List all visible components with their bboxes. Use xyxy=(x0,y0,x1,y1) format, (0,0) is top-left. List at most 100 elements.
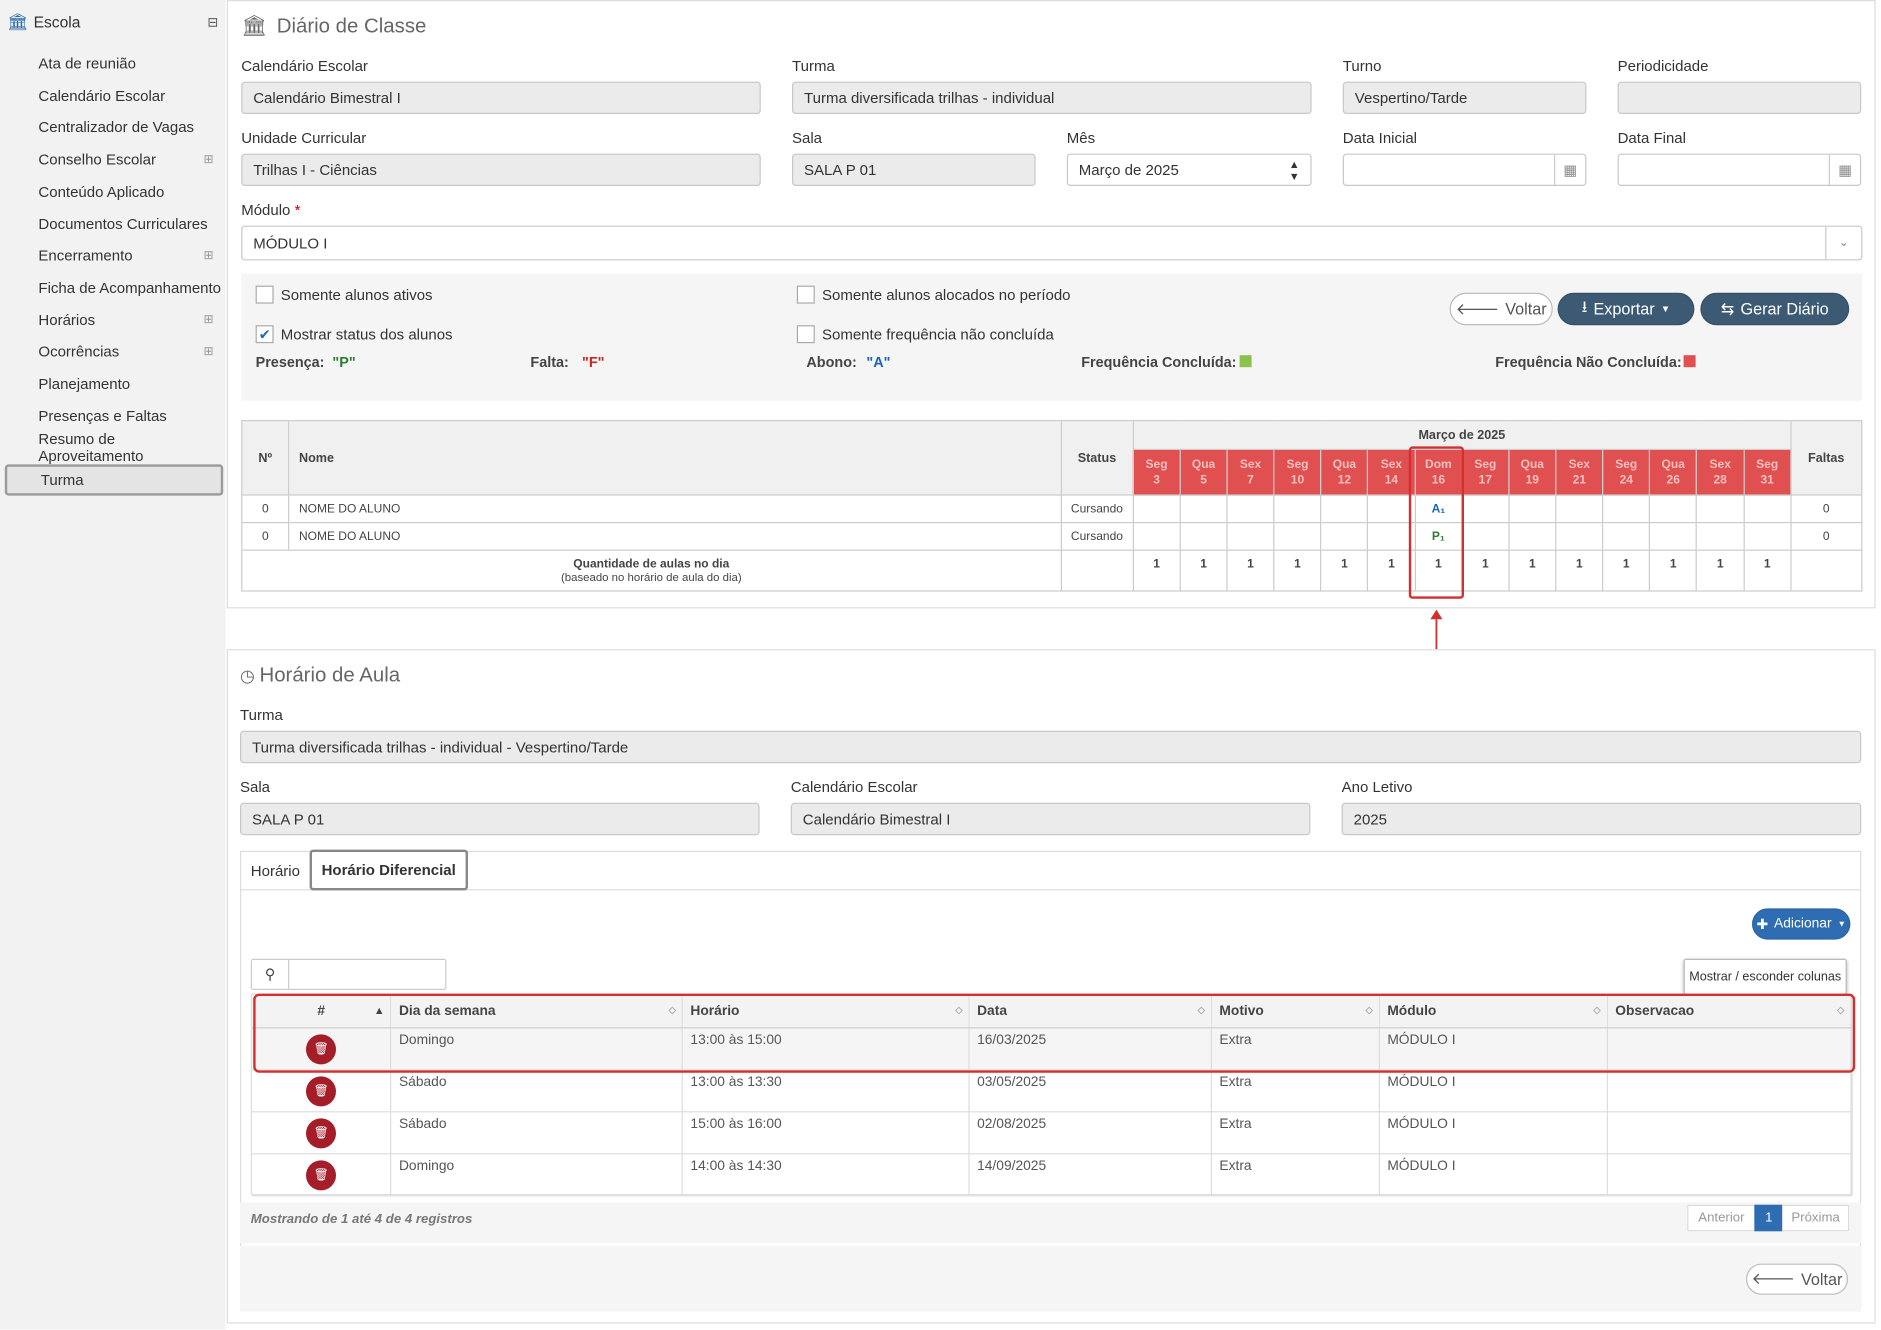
modulo-select[interactable]: MÓDULO I ⌄ xyxy=(241,225,1863,261)
col-faltas: Faltas xyxy=(1790,420,1863,496)
attendance-cell[interactable] xyxy=(1179,522,1228,551)
attendance-cell[interactable] xyxy=(1743,494,1792,524)
legend-presenca: Presença: xyxy=(255,354,325,371)
sidebar-item-ocorr-ncias[interactable]: Ocorrências ⊞ xyxy=(5,336,223,367)
tab-horario-diferencial[interactable]: Horário Diferencial xyxy=(309,849,468,891)
chk-alocados[interactable]: Somente alunos alocados no período xyxy=(796,285,1071,304)
voltar-button[interactable]: 🡐 Voltar xyxy=(1449,292,1553,326)
attendance-cell[interactable] xyxy=(1273,494,1322,524)
student-status: Cursando xyxy=(1060,522,1134,551)
tab-horario[interactable]: Horário xyxy=(241,852,309,890)
sidebar-item-documentos-curriculares[interactable]: Documentos Curriculares xyxy=(5,208,223,239)
legend-falta-value: "F" xyxy=(582,354,605,371)
attendance-cell[interactable] xyxy=(1649,522,1698,551)
col-num: Nº xyxy=(241,420,290,496)
qty-cell: 1 xyxy=(1743,549,1792,592)
sidebar-item-ficha-de-acompanhamento[interactable]: Ficha de Acompanhamento xyxy=(5,272,223,303)
attendance-cell[interactable] xyxy=(1179,494,1228,524)
pagination-prev[interactable]: Anterior xyxy=(1687,1204,1756,1232)
trash-icon[interactable]: 🗑 xyxy=(306,1117,337,1148)
attendance-cell[interactable] xyxy=(1696,494,1745,524)
expand-icon[interactable]: ⊞ xyxy=(204,249,214,262)
chevron-down-icon[interactable]: ⌄ xyxy=(1825,226,1861,260)
attendance-cell[interactable] xyxy=(1132,494,1181,524)
search-input[interactable] xyxy=(289,960,445,989)
cell-obs xyxy=(1607,1153,1852,1196)
day-header: Sex 7 xyxy=(1226,448,1275,496)
cell-motivo: Extra xyxy=(1211,1153,1381,1196)
mostrar-esconder-colunas-button[interactable]: Mostrar / esconder colunas xyxy=(1683,958,1847,995)
gerar-label: Gerar Diário xyxy=(1740,300,1829,318)
attendance-cell[interactable] xyxy=(1555,494,1604,524)
data-inicial-input[interactable]: ▦ xyxy=(1342,153,1587,186)
sidebar-item-ata-de-reuni-o[interactable]: Ata de reunião xyxy=(5,48,223,79)
sidebar-item-conselho-escolar[interactable]: Conselho Escolar ⊞ xyxy=(5,144,223,175)
attendance-cell[interactable] xyxy=(1602,522,1651,551)
sidebar-item-conte-do-aplicado[interactable]: Conteúdo Aplicado xyxy=(5,176,223,207)
trash-icon[interactable]: 🗑 xyxy=(306,1075,337,1106)
chk-ativos[interactable]: Somente alunos ativos xyxy=(255,285,433,304)
attendance-cell[interactable] xyxy=(1461,522,1510,551)
sidebar-item-resumo-de-aproveitamento[interactable]: Resumo de Aproveitamento xyxy=(5,431,223,465)
attendance-cell[interactable] xyxy=(1273,522,1322,551)
checkbox[interactable] xyxy=(796,325,815,344)
sidebar: 🏛 Escola ⊟ Ata de reunião Calendário Esco… xyxy=(0,0,226,1330)
sidebar-item-centralizador-de-vagas[interactable]: Centralizador de Vagas xyxy=(5,112,223,143)
attendance-cell[interactable] xyxy=(1696,522,1745,551)
day-number: 12 xyxy=(1337,473,1352,487)
cell-hora: 15:00 às 16:00 xyxy=(682,1111,970,1154)
expand-icon[interactable]: ⊞ xyxy=(204,345,214,358)
delete-cell: 🗑 xyxy=(252,1069,392,1112)
arrow-left-icon: 🡐 xyxy=(1751,1269,1795,1288)
sidebar-item-calend-rio-escolar[interactable]: Calendário Escolar xyxy=(5,80,223,111)
attendance-cell[interactable] xyxy=(1132,522,1181,551)
attendance-cell[interactable] xyxy=(1649,494,1698,524)
attendance-cell[interactable] xyxy=(1226,494,1275,524)
chk-freq[interactable]: Somente frequência não concluída xyxy=(796,325,1054,344)
attendance-cell[interactable] xyxy=(1602,494,1651,524)
attendance-cell[interactable] xyxy=(1461,494,1510,524)
student-faltas: 0 xyxy=(1790,522,1863,551)
collapse-icon[interactable]: ⊟ xyxy=(207,14,218,29)
tabs-line xyxy=(240,889,1862,891)
mes-select[interactable]: Março de 2025 ▲ ▼ xyxy=(1066,153,1312,186)
voltar-bottom-button[interactable]: 🡐 Voltar xyxy=(1746,1263,1849,1295)
expand-icon[interactable]: ⊞ xyxy=(204,153,214,166)
calendar-icon[interactable]: ▦ xyxy=(1828,154,1860,185)
arrow-left-icon: 🡐 xyxy=(1455,299,1500,318)
gerar-diario-button[interactable]: ⇆ Gerar Diário xyxy=(1700,292,1850,326)
caret-down-icon: ▼ xyxy=(1660,303,1671,315)
chk-status[interactable]: ✔ Mostrar status dos alunos xyxy=(255,325,453,344)
adicionar-button[interactable]: ✚ Adicionar ▼ xyxy=(1752,908,1851,940)
day-header: Qua 12 xyxy=(1320,448,1369,496)
exportar-button[interactable]: ⭳ Exportar ▼ xyxy=(1557,292,1695,326)
attendance-cell[interactable] xyxy=(1226,522,1275,551)
attendance-cell[interactable] xyxy=(1743,522,1792,551)
checkbox[interactable] xyxy=(255,285,274,304)
attendance-cell[interactable] xyxy=(1320,522,1369,551)
sidebar-item-turma[interactable]: Turma xyxy=(4,464,224,496)
day-number: 10 xyxy=(1290,473,1305,487)
checkbox[interactable] xyxy=(796,285,815,304)
voltar-bottom-label: Voltar xyxy=(1800,1270,1843,1289)
modulo-label: Módulo * xyxy=(241,202,300,219)
expand-icon[interactable]: ⊞ xyxy=(204,313,214,326)
attendance-cell[interactable] xyxy=(1508,494,1557,524)
calendar-icon[interactable]: ▦ xyxy=(1554,154,1585,185)
sidebar-item-encerramento[interactable]: Encerramento ⊞ xyxy=(5,240,223,271)
sidebar-item-hor-rios[interactable]: Horários ⊞ xyxy=(5,304,223,335)
sidebar-item-label: Horários xyxy=(38,311,96,329)
pagination-next[interactable]: Próxima xyxy=(1782,1204,1850,1232)
sidebar-header[interactable]: 🏛 Escola ⊟ xyxy=(7,10,218,34)
attendance-cell[interactable] xyxy=(1555,522,1604,551)
sidebar-item-planejamento[interactable]: Planejamento xyxy=(5,368,223,399)
attendance-cell[interactable] xyxy=(1320,494,1369,524)
data-final-input[interactable]: ▦ xyxy=(1617,153,1862,186)
sidebar-item-label: Presenças e Faltas xyxy=(38,407,167,425)
trash-icon[interactable]: 🗑 xyxy=(306,1159,337,1190)
sidebar-item-presen-as-e-faltas[interactable]: Presenças e Faltas xyxy=(5,400,223,431)
checkbox-checked[interactable]: ✔ xyxy=(255,325,274,344)
attendance-cell[interactable] xyxy=(1508,522,1557,551)
pagination-page-1[interactable]: 1 xyxy=(1754,1204,1784,1232)
diario-title-text: Diário de Classe xyxy=(276,14,427,38)
